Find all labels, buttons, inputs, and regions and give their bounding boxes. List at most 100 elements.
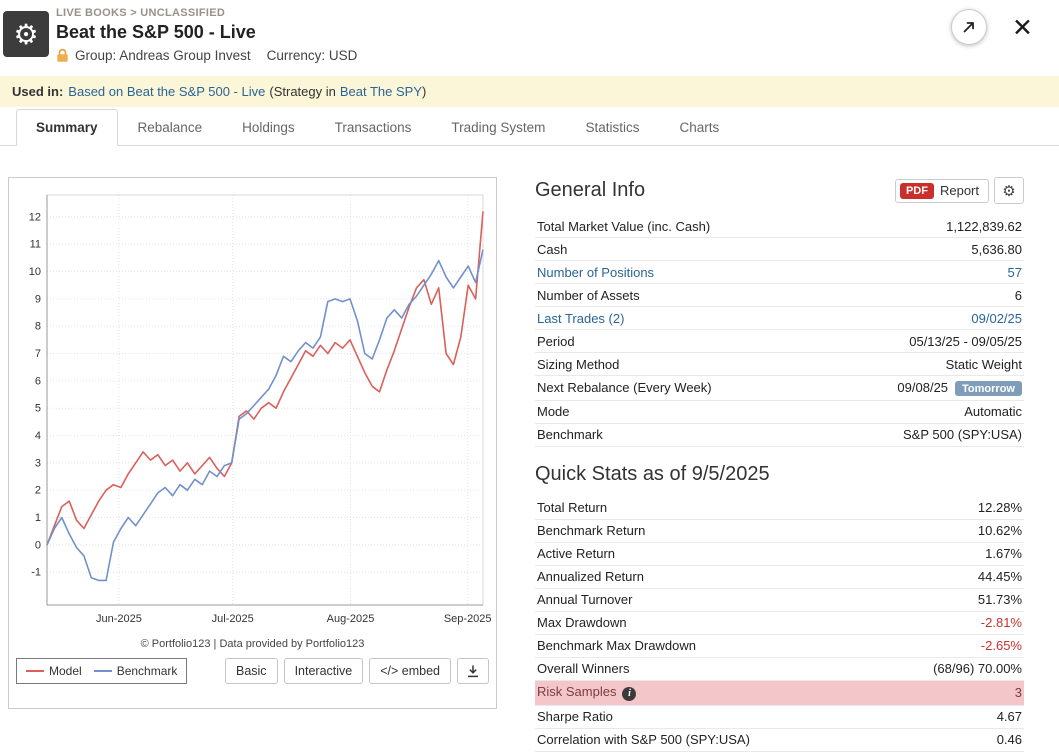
row-label: Active Return [537, 546, 616, 561]
row-value: 44.45% [977, 569, 1022, 584]
used-in-link-book[interactable]: Based on Beat the S&P 500 - Live [68, 84, 265, 99]
tab-bar: Summary Rebalance Holdings Transactions Trad… [0, 107, 1059, 146]
used-in-mid-text: (Strategy in [269, 84, 336, 99]
row-value[interactable]: 09/02/25 [971, 311, 1022, 326]
row-value: Static Weight [945, 356, 1022, 372]
row-value: Automatic [964, 404, 1022, 419]
tab-holdings[interactable]: Holdings [222, 109, 315, 146]
chart-buttons: Basic Interactive </> embed [224, 658, 489, 684]
row-value: 5,636.80 [971, 241, 1022, 257]
performance-line-chart[interactable]: -10123456789101112Jun-2025 Jul-2025 Aug-20… [14, 183, 492, 635]
svg-text:0: 0 [35, 539, 41, 551]
row-label: Annualized Return [537, 569, 644, 584]
svg-text:Aug-2025: Aug-2025 [327, 613, 375, 625]
quick-stat-row: Max Drawdown -2.81% [535, 612, 1024, 635]
breadcrumb: LIVE BOOKS > UNCLASSIFIED [56, 7, 226, 19]
svg-text:1: 1 [35, 512, 41, 524]
row-value: 4.67 [996, 709, 1022, 724]
row-label: Sharpe Ratio [537, 709, 613, 724]
row-value: (68/96) 70.00% [933, 661, 1022, 676]
report-button-label: Report [939, 183, 979, 198]
popout-pin-button[interactable] [951, 9, 987, 45]
general-info-row: Sizing Method Static Weight [535, 353, 1024, 376]
info-icon[interactable]: i [622, 687, 637, 701]
legend-label: Model [49, 664, 82, 678]
chart-attribution: © Portfolio123 | Data provided by Portfo… [140, 638, 365, 650]
row-label: Risk Samples [537, 684, 617, 699]
row-label: Annual Turnover [537, 592, 633, 607]
close-icon[interactable]: ✕ [1012, 16, 1033, 41]
row-value: 51.73% [977, 592, 1022, 607]
svg-text:9: 9 [35, 293, 41, 305]
row-label: Max Drawdown [537, 615, 627, 630]
svg-text:10: 10 [29, 266, 41, 278]
row-value: S&P 500 (SPY:USA) [903, 427, 1022, 442]
row-label: Mode [537, 404, 570, 419]
svg-text:5: 5 [35, 403, 41, 415]
row-value: 1,122,839.62 [946, 218, 1022, 234]
quick-stat-row: Annualized Return 44.45% [535, 566, 1024, 589]
pdf-report-button[interactable]: PDF Report [894, 178, 989, 203]
row-label[interactable]: Number of Positions [537, 265, 654, 280]
pdf-badge: PDF [899, 182, 934, 199]
page-title: Beat the S&P 500 - Live [56, 22, 256, 42]
quick-stat-row: Total Return 12.28% [535, 497, 1024, 520]
row-label: Benchmark Max Drawdown [537, 638, 696, 653]
tab-summary[interactable]: Summary [16, 109, 118, 146]
currency-label: Currency: USD [266, 48, 358, 63]
row-value: 1.67% [985, 546, 1022, 561]
tab-statistics[interactable]: Statistics [565, 109, 659, 146]
report-settings-gear-icon[interactable]: ⚙ [994, 177, 1024, 204]
general-info-header: General Info PDF Report ⚙ [535, 177, 1024, 204]
general-info-row: Period 05/13/25 - 09/05/25 [535, 330, 1024, 353]
row-label: Cash [537, 241, 568, 257]
legend-item-model: Model [26, 664, 82, 678]
general-info-actions: PDF Report ⚙ [894, 177, 1024, 204]
general-info-row: Number of Assets 6 [535, 284, 1024, 307]
performance-chart-card: -1 0 1 2 3 4 5 6 7 8 9 10 11 12 Jun-2025 Jul-2025 Aug-20… [8, 177, 497, 709]
general-info-row[interactable]: Number of Positions 57 [535, 261, 1024, 284]
tab-trading-system[interactable]: Trading System [431, 109, 565, 146]
svg-text:6: 6 [35, 375, 41, 387]
used-in-notice: Used in: Based on Beat the S&P 500 - Live… [0, 76, 1059, 107]
general-info-row[interactable]: Last Trades (2) 09/02/25 [535, 307, 1024, 330]
header-text: LIVE BOOKS > UNCLASSIFIED Beat the S&P 5… [56, 0, 1059, 63]
general-info-row: Mode Automatic [535, 401, 1024, 424]
chart-download-button[interactable] [457, 658, 489, 684]
general-info-table: Total Market Value (inc. Cash) 1,122,839.… [535, 215, 1024, 447]
tab-charts[interactable]: Charts [659, 109, 739, 146]
group-label: Group: Andreas Group Invest [75, 48, 251, 63]
svg-text:Jun-2025: Jun-2025 [96, 613, 142, 625]
general-info-row: Cash 5,636.80 [535, 238, 1024, 261]
chart-legend: Model Benchmark [16, 658, 188, 684]
chart-mode-button-basic[interactable]: Basic [224, 658, 278, 684]
row-value[interactable]: 57 [1008, 265, 1022, 280]
quick-stats-title: Quick Stats as of 9/5/2025 [535, 462, 770, 485]
svg-text:4: 4 [35, 430, 41, 442]
svg-text:2: 2 [35, 485, 41, 497]
tab-transactions[interactable]: Transactions [315, 109, 432, 146]
general-info-row: Next Rebalance (Every Week) 09/08/25 Tomor… [535, 376, 1024, 401]
chart-mode-button-embed[interactable]: </> embed [369, 658, 451, 684]
used-in-end-text: ) [422, 84, 427, 99]
quick-stat-row: Sharpe Ratio 4.67 [535, 706, 1024, 729]
quick-stats-table: Total Return 12.28% Benchmark Return 10.62%… [535, 497, 1024, 752]
tab-rebalance[interactable]: Rebalance [118, 109, 223, 146]
main-content: -1 0 1 2 3 4 5 6 7 8 9 10 11 12 Jun-2025 Jul-2025 Aug-20… [0, 146, 1059, 752]
legend-swatch [26, 670, 44, 672]
row-label: Total Return [537, 500, 608, 515]
row-value: 09/08/25 [897, 379, 949, 395]
settings-gear-icon[interactable]: ⚙ [3, 11, 49, 57]
quick-stat-row: Active Return 1.67% [535, 543, 1024, 566]
quick-stat-row: Overall Winners (68/96) 70.00% [535, 658, 1024, 681]
row-label[interactable]: Last Trades (2) [537, 311, 624, 326]
row-label: Next Rebalance (Every Week) [537, 380, 712, 396]
row-value: 10.62% [977, 523, 1022, 538]
used-in-link-strategy[interactable]: Beat The SPY [340, 84, 422, 99]
chart-mode-button-interactive[interactable]: Interactive [283, 658, 364, 684]
quick-stat-row: Benchmark Max Drawdown -2.65% [535, 635, 1024, 658]
row-value: 12.28% [977, 500, 1022, 515]
popout-arrow-icon [963, 22, 974, 33]
svg-text:11: 11 [30, 239, 41, 251]
row-label: Benchmark [537, 427, 603, 442]
